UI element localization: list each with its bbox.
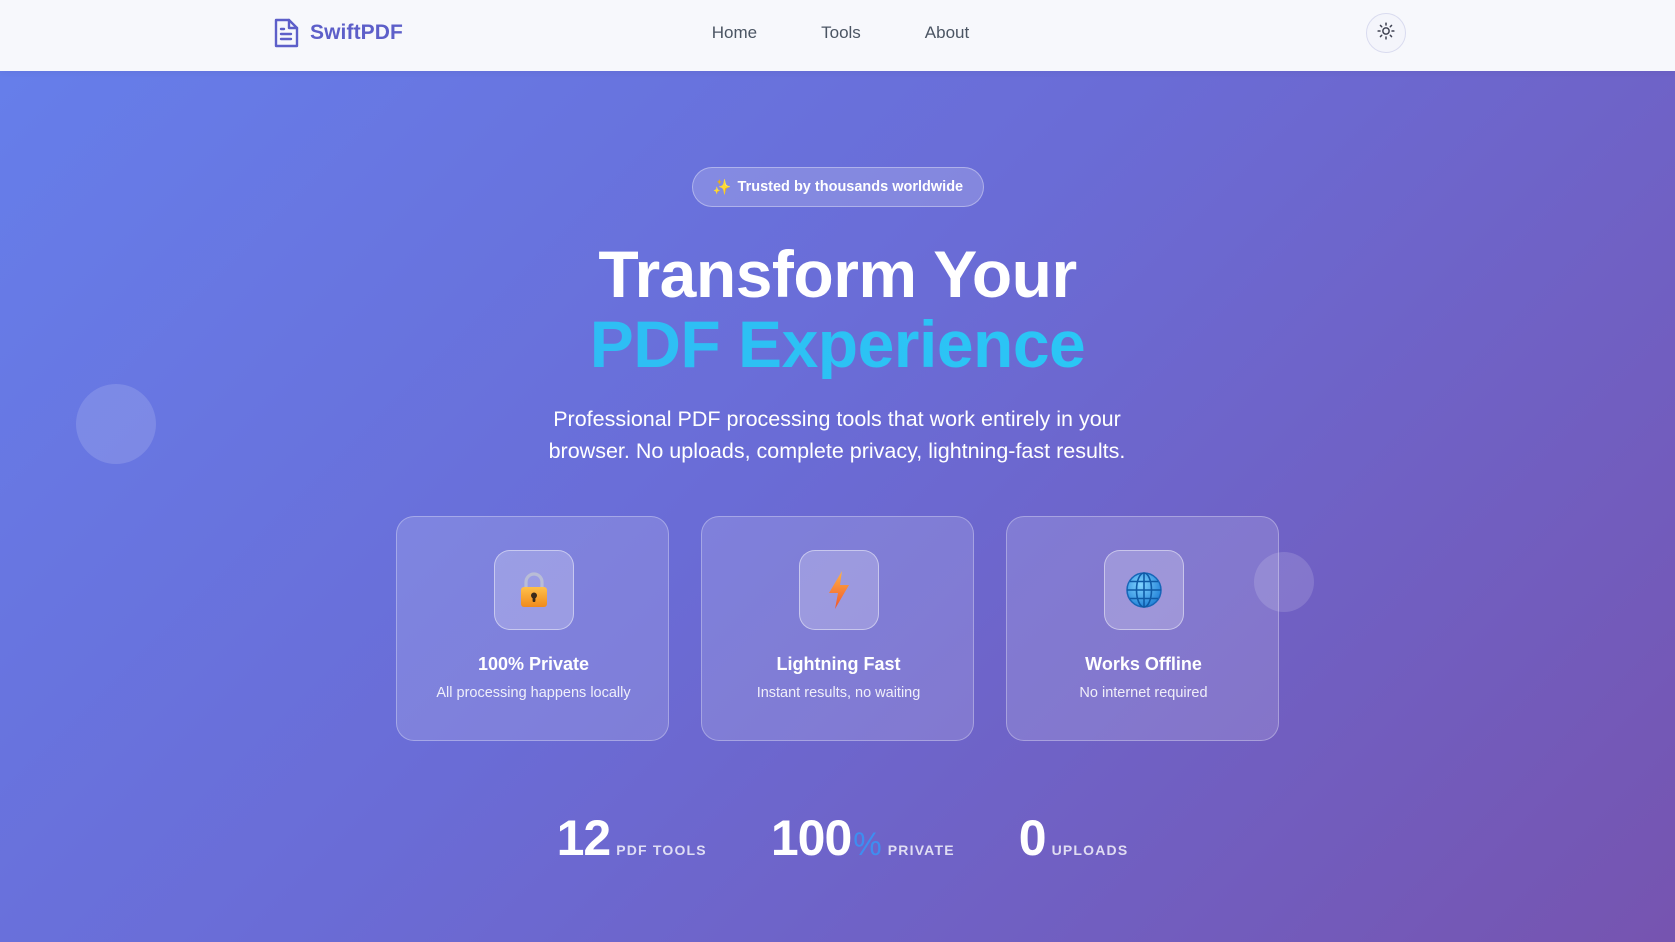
stat-uploads: 0 Uploads (1019, 809, 1129, 867)
trust-badge: ✨ Trusted by thousands worldwide (692, 167, 984, 207)
lock-icon (494, 550, 574, 630)
document-icon (272, 17, 300, 49)
nav-about-link[interactable]: About (893, 23, 1001, 43)
brand-logo-link[interactable]: SwiftPDF (272, 16, 403, 50)
feature-title: 100% Private (477, 654, 590, 674)
hero-title-line2: PDF Experience (0, 309, 1675, 379)
decorative-circle (76, 384, 156, 464)
top-navbar: SwiftPDF Home Tools About (0, 0, 1675, 71)
sun-icon (1377, 21, 1395, 45)
trust-badge-text: Trusted by thousands worldwide (737, 179, 964, 195)
hero-subtitle-line1: Professional PDF processing tools that w… (553, 407, 1121, 431)
main-nav: Home Tools About (0, 0, 1675, 66)
stat-label: Uploads (1051, 842, 1129, 858)
feature-description: All processing happens locally (436, 685, 631, 701)
globe-icon (1104, 550, 1184, 630)
page: SwiftPDF Home Tools About ✨ Trusted by t… (0, 0, 1675, 942)
feature-title: Works Offline (1085, 654, 1202, 674)
sparkles-icon: ✨ (712, 179, 732, 196)
nav-tools-link[interactable]: Tools (789, 23, 893, 43)
feature-description: No internet required (1079, 685, 1208, 701)
feature-description: Instant results, no waiting (756, 685, 921, 701)
stat-value: 100 (770, 810, 852, 866)
feature-cards: 100% Private All processing happens loca… (396, 516, 1279, 741)
theme-toggle-button[interactable] (1366, 13, 1406, 53)
brand-name: SwiftPDF (310, 21, 403, 44)
stat-value: 12 (556, 810, 612, 866)
feature-title: Lightning Fast (776, 654, 901, 674)
stat-value: 0 (1018, 810, 1047, 866)
stat-private: 100 % Private (771, 809, 955, 867)
feature-card-offline: Works Offline No internet required (1006, 516, 1279, 741)
hero-subtitle-line2: browser. No uploads, complete privacy, l… (548, 439, 1126, 463)
hero-section: ✨ Trusted by thousands worldwide Transfo… (0, 71, 1675, 942)
hero-subtitle: Professional PDF processing tools that w… (537, 403, 1137, 467)
stat-label: PDF Tools (616, 842, 707, 858)
stat-pdf-tools: 12 PDF Tools (557, 809, 707, 867)
nav-home-link[interactable]: Home (680, 23, 789, 43)
stats-row: 12 PDF Tools 100 % Private 0 Uploads (0, 809, 1675, 869)
stat-label: Private (887, 842, 955, 858)
hero-title-line1: Transform Your (598, 237, 1077, 311)
feature-card-fast: Lightning Fast Instant results, no waiti… (701, 516, 974, 741)
stat-suffix: % (853, 826, 882, 862)
feature-card-private: 100% Private All processing happens loca… (396, 516, 669, 741)
lightning-icon (799, 550, 879, 630)
